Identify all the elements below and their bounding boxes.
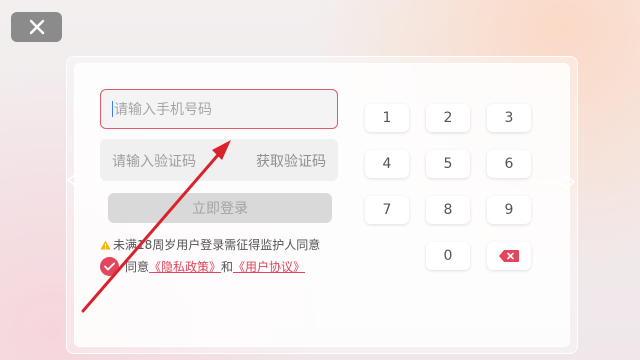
close-icon	[29, 19, 44, 35]
user-agreement-link[interactable]: 《用户协议》	[233, 258, 305, 275]
privacy-policy-link[interactable]: 《隐私政策》	[149, 258, 221, 275]
agreement-row: 同意 《隐私政策》 和 《用户协议》	[100, 257, 305, 276]
keypad-key-4[interactable]: 4	[365, 150, 409, 178]
verification-code-input[interactable]: 请输入验证码 获取验证码	[100, 139, 338, 181]
code-placeholder: 请输入验证码	[112, 154, 196, 170]
keypad-key-7[interactable]: 7	[365, 196, 409, 224]
keypad-key-2[interactable]: 2	[426, 104, 470, 132]
keypad-key-5[interactable]: 5	[426, 150, 470, 178]
keypad-key-3[interactable]: 3	[487, 104, 531, 132]
keypad-key-9[interactable]: 9	[487, 196, 531, 224]
get-code-button[interactable]: 获取验证码	[256, 151, 326, 171]
login-button[interactable]: 立即登录	[108, 193, 332, 223]
close-button[interactable]	[11, 12, 62, 42]
keypad-key-8[interactable]: 8	[426, 196, 470, 224]
warning-icon	[100, 240, 111, 249]
agree-and: 和	[221, 260, 234, 274]
agreement-checkbox[interactable]	[100, 257, 119, 276]
age-warning: 未满18周岁用户登录需征得监护人同意	[100, 236, 320, 253]
backspace-icon	[499, 250, 519, 262]
phone-number-input[interactable]: 请输入手机号码	[100, 89, 338, 129]
agree-prefix: 同意	[125, 260, 150, 274]
text-caret	[112, 101, 113, 117]
age-warning-text: 未满18周岁用户登录需征得监护人同意	[113, 238, 321, 252]
keypad-key-1[interactable]: 1	[365, 104, 409, 132]
keypad-key-6[interactable]: 6	[487, 150, 531, 178]
check-icon	[104, 262, 115, 271]
phone-placeholder: 请输入手机号码	[114, 102, 212, 118]
keypad-delete-button[interactable]	[487, 242, 531, 270]
ornament-right-icon	[538, 175, 576, 189]
keypad-key-0[interactable]: 0	[426, 242, 470, 270]
